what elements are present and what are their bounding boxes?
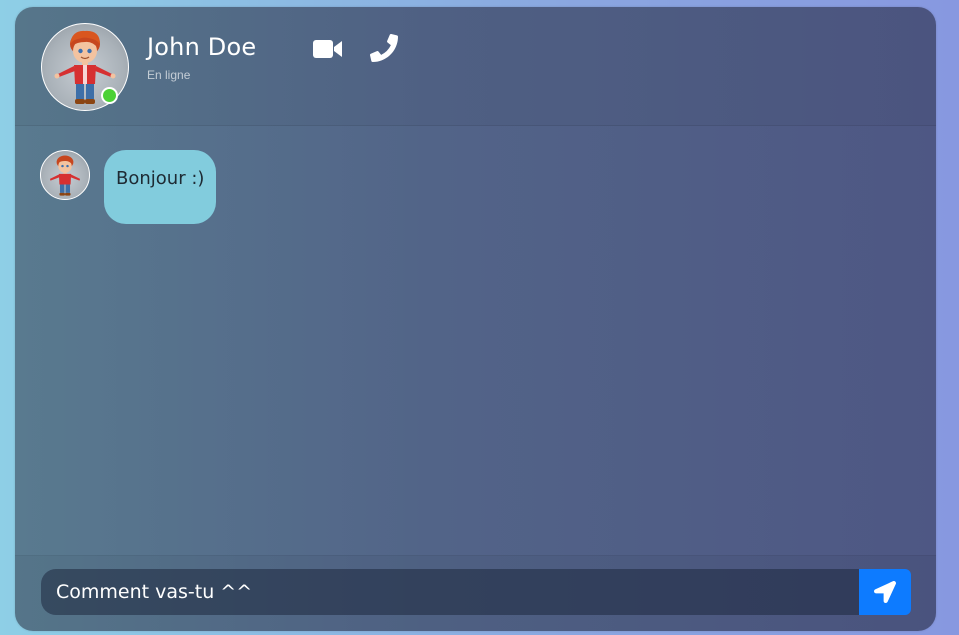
phone-icon xyxy=(370,34,398,62)
chat-footer xyxy=(15,555,936,631)
chat-window: John Doe En ligne Bonjour:) Comment vas… xyxy=(15,7,936,631)
online-status-indicator xyxy=(101,87,118,104)
phone-call-button[interactable] xyxy=(370,34,398,62)
send-button[interactable] xyxy=(859,569,911,615)
video-camera-icon xyxy=(313,40,342,58)
chat-header: John Doe En ligne xyxy=(15,7,936,126)
messages-area[interactable]: Bonjour :) xyxy=(15,125,936,555)
message-bubble: Bonjour :) xyxy=(104,150,217,224)
message-input[interactable] xyxy=(41,569,859,615)
contact-status: En ligne xyxy=(147,68,191,82)
video-call-button[interactable] xyxy=(312,37,344,61)
message-sender-avatar xyxy=(40,150,90,200)
cartoon-boy-avatar-image xyxy=(49,155,81,196)
paper-plane-icon xyxy=(874,581,896,603)
contact-name: John Doe xyxy=(147,33,257,61)
